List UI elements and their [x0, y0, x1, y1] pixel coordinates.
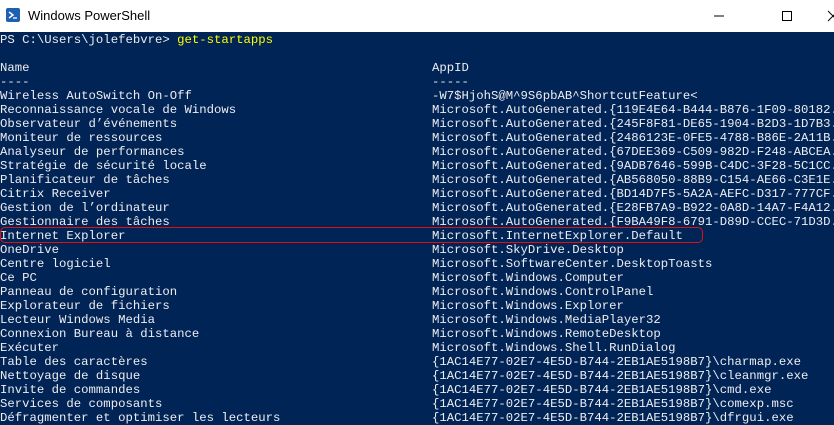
app-name: Observateur d’événements	[0, 117, 178, 131]
app-id: {1AC14E77-02E7-4E5D-B744-2EB1AE5198B7}\c…	[432, 383, 772, 397]
app-id: {1AC14E77-02E7-4E5D-B744-2EB1AE5198B7}\c…	[432, 355, 801, 369]
table-row: Explorateur de fichiers Microsoft.Windows…	[0, 299, 834, 313]
app-name: Explorateur de fichiers	[0, 299, 170, 313]
table-row: Ce PC Microsoft.Windows.Computer	[0, 271, 834, 285]
app-id: Microsoft.SkyDrive.Desktop	[432, 243, 624, 257]
table-row: Panneau de configuration Microsoft.Window…	[0, 285, 834, 299]
app-name: OneDrive	[0, 243, 60, 257]
separator-name: ----	[0, 75, 30, 89]
title-bar[interactable]: Windows PowerShell	[0, 0, 834, 33]
app-id: Microsoft.Windows.ControlPanel	[432, 285, 654, 299]
app-name: Gestion de l’ordinateur	[0, 201, 170, 215]
app-name: Panneau de configuration	[0, 285, 178, 299]
header-appid: AppID	[432, 61, 469, 75]
console-output[interactable]: PS C:\Users\jolefebvre> get-startapps Na…	[0, 32, 834, 425]
header-name: Name	[0, 61, 30, 75]
table-row: Défragmenter et optimiser les lecteurs {1…	[0, 411, 834, 425]
app-name: Wireless AutoSwitch On-Off	[0, 89, 192, 103]
table-row: Lecteur Windows Media Microsoft.Windows.M…	[0, 313, 834, 327]
table-row: Moniteur de ressources Microsoft.AutoGene…	[0, 131, 834, 145]
maximize-button[interactable]	[764, 0, 810, 32]
prompt-text: PS C:\Users\jolefebvre>	[0, 33, 170, 47]
app-id: Microsoft.AutoGenerated.{BD14D7F5-5A2A-A…	[432, 187, 834, 201]
app-name: Défragmenter et optimiser les lecteurs	[0, 411, 281, 425]
app-id: Microsoft.Windows.MediaPlayer32	[432, 313, 661, 327]
app-id: Microsoft.AutoGenerated.{AB568050-88B9-C…	[432, 173, 834, 187]
table-row: Centre logiciel Microsoft.SoftwareCenter.…	[0, 257, 834, 271]
app-name: Lecteur Windows Media	[0, 313, 155, 327]
app-id: Microsoft.AutoGenerated.{245F8F81-DE65-1…	[432, 117, 834, 131]
app-id: Microsoft.SoftwareCenter.DesktopToasts	[432, 257, 713, 271]
app-id: {1AC14E77-02E7-4E5D-B744-2EB1AE5198B7}\d…	[432, 411, 794, 425]
app-id: Microsoft.AutoGenerated.{F9BA49F8-6791-D…	[432, 215, 834, 229]
powershell-icon	[6, 8, 20, 22]
app-name: Exécuter	[0, 341, 60, 355]
app-name: Services de composants	[0, 397, 163, 411]
window-title: Windows PowerShell	[28, 8, 151, 23]
app-name: Planificateur de tâches	[0, 173, 170, 187]
app-id: Microsoft.AutoGenerated.{9ADB7646-599B-C…	[432, 159, 834, 173]
minimize-button[interactable]	[696, 0, 742, 32]
table-row: Invite de commandes {1AC14E77-02E7-4E5D-B…	[0, 383, 834, 397]
table-row: OneDrive Microsoft.SkyDrive.Desktop	[0, 243, 834, 257]
table-row: Observateur d’événements Microsoft.AutoGe…	[0, 117, 834, 131]
prompt-line: PS C:\Users\jolefebvre> get-startapps	[0, 33, 834, 47]
app-name: Gestionnaire des tâches	[0, 215, 170, 229]
app-id: Microsoft.Windows.Explorer	[432, 299, 624, 313]
app-id: {1AC14E77-02E7-4E5D-B744-2EB1AE5198B7}\c…	[432, 369, 809, 383]
table-row: Internet Explorer Microsoft.InternetExplo…	[0, 229, 834, 243]
app-name: Centre logiciel	[0, 257, 111, 271]
table-row: Stratégie de sécurité locale Microsoft.Au…	[0, 159, 834, 173]
app-name: Ce PC	[0, 271, 37, 285]
app-id: -W7$HjohS@M^9S6pbAB^ShortcutFeature<	[432, 89, 698, 103]
table-row: Table des caractères {1AC14E77-02E7-4E5D-…	[0, 355, 834, 369]
table-row: Exécuter Microsoft.Windows.Shell.RunDialo…	[0, 341, 834, 355]
app-name: Nettoyage de disque	[0, 369, 141, 383]
app-name: Moniteur de ressources	[0, 131, 163, 145]
app-name: Table des caractères	[0, 355, 148, 369]
app-id: Microsoft.Windows.RemoteDesktop	[432, 327, 661, 341]
table-row: Gestion de l’ordinateur Microsoft.AutoGen…	[0, 201, 834, 215]
column-header-row: Name AppID	[0, 61, 834, 75]
app-name: Stratégie de sécurité locale	[0, 159, 207, 173]
maximize-icon	[782, 11, 792, 21]
table-row: Reconnaissance vocale de Windows Microsof…	[0, 103, 834, 117]
app-id: Microsoft.AutoGenerated.{E28FB7A9-B922-0…	[432, 201, 834, 215]
app-name: Invite de commandes	[0, 383, 141, 397]
app-id: Microsoft.Windows.Shell.RunDialog	[432, 341, 676, 355]
header-separator-row: ---- -----	[0, 75, 834, 89]
app-name: Reconnaissance vocale de Windows	[0, 103, 237, 117]
separator-appid: -----	[432, 75, 469, 89]
app-name: Citrix Receiver	[0, 187, 111, 201]
app-id: Microsoft.AutoGenerated.{67DEE369-C509-9…	[432, 145, 834, 159]
app-name: Internet Explorer	[0, 229, 126, 243]
app-name: Connexion Bureau à distance	[0, 327, 200, 341]
command-text: get-startapps	[177, 33, 274, 47]
app-id: Microsoft.AutoGenerated.{2486123E-0FE5-4…	[432, 131, 834, 145]
table-row: Nettoyage de disque {1AC14E77-02E7-4E5D-B…	[0, 369, 834, 383]
close-icon	[827, 10, 834, 22]
table-row: Analyseur de performances Microsoft.AutoG…	[0, 145, 834, 159]
app-id: Microsoft.AutoGenerated.{119E4E64-B444-B…	[432, 103, 834, 117]
table-row: Wireless AutoSwitch On-Off -W7$HjohS@M^9S…	[0, 89, 834, 103]
app-id: {1AC14E77-02E7-4E5D-B744-2EB1AE5198B7}\c…	[432, 397, 794, 411]
app-id: Microsoft.Windows.Computer	[432, 271, 624, 285]
table-row: Gestionnaire des tâches Microsoft.AutoGen…	[0, 215, 834, 229]
app-name: Analyseur de performances	[0, 145, 185, 159]
table-row: Planificateur de tâches Microsoft.AutoGen…	[0, 173, 834, 187]
table-row: Connexion Bureau à distance Microsoft.Win…	[0, 327, 834, 341]
close-button[interactable]	[810, 0, 834, 32]
table-row: Services de composants {1AC14E77-02E7-4E5…	[0, 397, 834, 411]
minimize-icon	[714, 15, 724, 17]
table-row: Citrix Receiver Microsoft.AutoGenerated.{…	[0, 187, 834, 201]
app-id: Microsoft.InternetExplorer.Default	[432, 229, 683, 243]
